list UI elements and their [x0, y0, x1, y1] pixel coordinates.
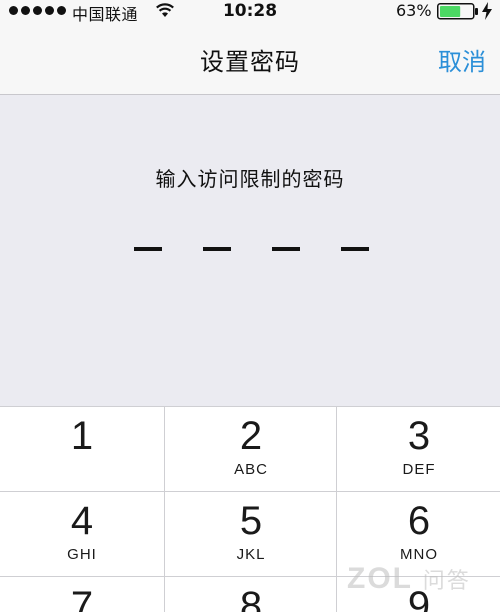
passcode-prompt: 输入访问限制的密码 [155, 167, 345, 191]
key-letters: JKL [236, 546, 266, 563]
passcode-slot [341, 247, 369, 251]
key-digit: 7 [70, 584, 94, 612]
watermark-suffix: 问答 [422, 568, 471, 593]
charging-bolt-icon [482, 2, 492, 20]
battery-icon [437, 3, 478, 20]
key-letters: GHI [67, 546, 97, 563]
key-digit: 1 [70, 414, 94, 458]
key-digit: 3 [407, 414, 431, 458]
key-digit: 4 [70, 499, 94, 543]
key-4[interactable]: 4 GHI [0, 492, 164, 576]
key-5[interactable]: 5 JKL [166, 492, 336, 576]
key-7[interactable]: 7 [0, 577, 164, 612]
passcode-slot [203, 247, 231, 251]
key-letters: DEF [402, 461, 436, 478]
passcode-slot [272, 247, 300, 251]
passcode-entry-area: 输入访问限制的密码 [0, 95, 500, 406]
cancel-button[interactable]: 取消 [438, 42, 486, 77]
keypad-divider [336, 407, 337, 612]
key-letters: ABC [234, 461, 268, 478]
key-1[interactable]: 1 [0, 407, 164, 491]
page-title: 设置密码 [200, 48, 300, 76]
passcode-slots [134, 247, 369, 251]
keypad-divider [164, 407, 165, 612]
key-8[interactable]: 8 [166, 577, 336, 612]
key-3[interactable]: 3 DEF [338, 407, 500, 491]
status-bar: 中国联通 10:28 63% [0, 0, 500, 24]
key-digit: 5 [239, 499, 263, 543]
passcode-slot [134, 247, 162, 251]
zol-watermark: ZOL 问答 [347, 562, 471, 596]
navigation-bar: 设置密码 取消 [0, 22, 500, 95]
key-letters: MNO [400, 546, 438, 563]
battery-percentage: 63% [396, 1, 432, 20]
key-digit: 2 [239, 414, 263, 458]
watermark-brand: ZOL [347, 562, 413, 595]
key-digit: 6 [407, 499, 431, 543]
key-2[interactable]: 2 ABC [166, 407, 336, 491]
key-digit: 8 [239, 584, 263, 612]
